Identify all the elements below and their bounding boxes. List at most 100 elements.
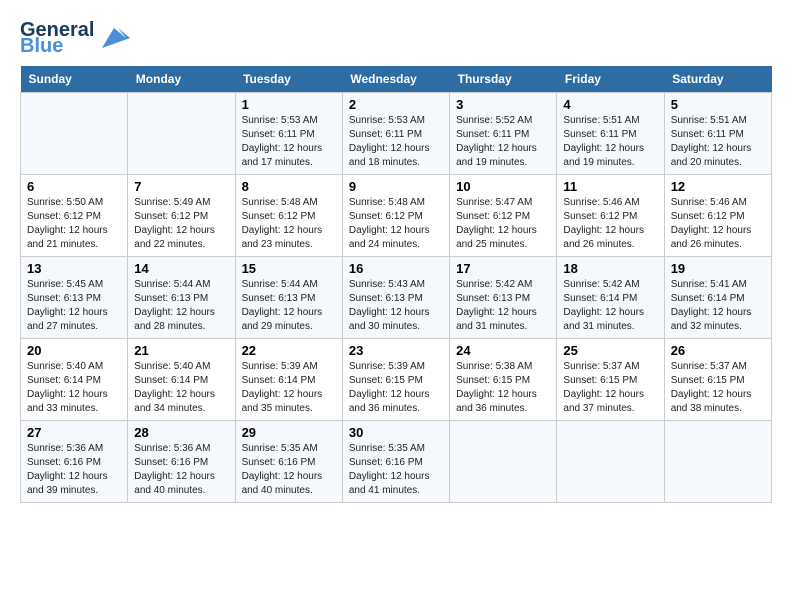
column-header-saturday: Saturday [664,66,771,93]
day-info: Sunrise: 5:51 AM Sunset: 6:11 PM Dayligh… [563,114,657,170]
day-number: 23 [349,343,443,358]
calendar-cell: 21 Sunrise: 5:40 AM Sunset: 6:14 PM Dayli… [128,339,235,421]
week-row-2: 6 Sunrise: 5:50 AM Sunset: 6:12 PM Daylig… [21,175,772,257]
calendar-cell [21,93,128,175]
day-number: 21 [134,343,228,358]
calendar-cell: 12Sunrise: 5:46 AM Sunset: 6:12 PM Dayli… [664,175,771,257]
week-row-5: 27 Sunrise: 5:36 AM Sunset: 6:16 PM Dayli… [21,421,772,503]
day-info: Sunrise: 5:37 AM Sunset: 6:15 PM Dayligh… [563,360,657,416]
day-number: 22 [242,343,336,358]
day-number: 2 [349,97,443,112]
calendar-cell: 4 Sunrise: 5:51 AM Sunset: 6:11 PM Daylig… [557,93,664,175]
calendar-cell: 18 Sunrise: 5:42 AM Sunset: 6:14 PM Dayli… [557,257,664,339]
day-info: Sunrise: 5:42 AM Sunset: 6:13 PM Dayligh… [456,278,550,334]
day-number: 8 [242,179,336,194]
day-number: 29 [242,425,336,440]
calendar-cell: 1Sunrise: 5:53 AM Sunset: 6:11 PM Daylig… [235,93,342,175]
day-number: 6 [27,179,121,194]
calendar-cell: 24Sunrise: 5:38 AM Sunset: 6:15 PM Dayli… [450,339,557,421]
day-info: Sunrise: 5:43 AM Sunset: 6:13 PM Dayligh… [349,278,443,334]
day-number: 13 [27,261,121,276]
day-info: Sunrise: 5:44 AM Sunset: 6:13 PM Dayligh… [242,278,336,334]
day-number: 4 [563,97,657,112]
day-info: Sunrise: 5:42 AM Sunset: 6:14 PM Dayligh… [563,278,657,334]
calendar-cell: 28Sunrise: 5:36 AM Sunset: 6:16 PM Dayli… [128,421,235,503]
calendar-cell: 26 Sunrise: 5:37 AM Sunset: 6:15 PM Dayli… [664,339,771,421]
week-row-1: 1 Sunrise: 5:53 AM Sunset: 6:11 PM Daylig… [21,93,772,175]
calendar-cell: 23 Sunrise: 5:39 AM Sunset: 6:15 PM Dayli… [342,339,449,421]
day-number: 26 [671,343,765,358]
logo-icon [98,24,130,52]
day-info: Sunrise: 5:47 AM Sunset: 6:12 PM Dayligh… [456,196,550,252]
day-number: 14 [134,261,228,276]
calendar-cell: 29Sunrise: 5:35 AM Sunset: 6:16 PM Dayli… [235,421,342,503]
day-info: Sunrise: 5:36 AM Sunset: 6:16 PM Dayligh… [134,442,228,498]
calendar-cell: 13 Sunrise: 5:45 AM Sunset: 6:13 PM Dayli… [21,257,128,339]
calendar-cell: 25 Sunrise: 5:37 AM Sunset: 6:15 PM Dayli… [557,339,664,421]
day-info: Sunrise: 5:50 AM Sunset: 6:12 PM Dayligh… [27,196,121,252]
page-header: General Blue [20,20,772,56]
day-info: Sunrise: 5:48 AM Sunset: 6:12 PM Dayligh… [349,196,443,252]
day-number: 19 [671,261,765,276]
day-number: 3 [456,97,550,112]
day-info: Sunrise: 5:46 AM Sunset: 6:12 PM Dayligh… [563,196,657,252]
day-info: Sunrise: 5:41 AM Sunset: 6:14 PM Dayligh… [671,278,765,334]
day-info: Sunrise: 5:44 AM Sunset: 6:13 PM Dayligh… [134,278,228,334]
calendar-cell: 16 Sunrise: 5:43 AM Sunset: 6:13 PM Dayli… [342,257,449,339]
day-info: Sunrise: 5:53 AM Sunset: 6:11 PM Dayligh… [349,114,443,170]
day-info: Sunrise: 5:48 AM Sunset: 6:12 PM Dayligh… [242,196,336,252]
calendar-table: SundayMondayTuesdayWednesdayThursdayFrid… [20,66,772,503]
day-info: Sunrise: 5:39 AM Sunset: 6:15 PM Dayligh… [349,360,443,416]
day-info: Sunrise: 5:52 AM Sunset: 6:11 PM Dayligh… [456,114,550,170]
day-number: 16 [349,261,443,276]
logo: General Blue [20,20,130,56]
column-header-monday: Monday [128,66,235,93]
calendar-cell: 15Sunrise: 5:44 AM Sunset: 6:13 PM Dayli… [235,257,342,339]
calendar-cell: 6 Sunrise: 5:50 AM Sunset: 6:12 PM Daylig… [21,175,128,257]
day-number: 25 [563,343,657,358]
calendar-cell: 27 Sunrise: 5:36 AM Sunset: 6:16 PM Dayli… [21,421,128,503]
day-info: Sunrise: 5:35 AM Sunset: 6:16 PM Dayligh… [349,442,443,498]
day-number: 9 [349,179,443,194]
day-info: Sunrise: 5:39 AM Sunset: 6:14 PM Dayligh… [242,360,336,416]
calendar-cell: 22 Sunrise: 5:39 AM Sunset: 6:14 PM Dayli… [235,339,342,421]
calendar-cell: 5 Sunrise: 5:51 AM Sunset: 6:11 PM Daylig… [664,93,771,175]
day-number: 1 [242,97,336,112]
day-number: 10 [456,179,550,194]
calendar-cell [128,93,235,175]
calendar-cell: 2 Sunrise: 5:53 AM Sunset: 6:11 PM Daylig… [342,93,449,175]
calendar-cell: 30Sunrise: 5:35 AM Sunset: 6:16 PM Dayli… [342,421,449,503]
week-row-3: 13 Sunrise: 5:45 AM Sunset: 6:13 PM Dayli… [21,257,772,339]
column-header-sunday: Sunday [21,66,128,93]
day-number: 11 [563,179,657,194]
column-header-tuesday: Tuesday [235,66,342,93]
day-info: Sunrise: 5:36 AM Sunset: 6:16 PM Dayligh… [27,442,121,498]
day-info: Sunrise: 5:49 AM Sunset: 6:12 PM Dayligh… [134,196,228,252]
calendar-cell: 9 Sunrise: 5:48 AM Sunset: 6:12 PM Daylig… [342,175,449,257]
calendar-cell [450,421,557,503]
column-header-thursday: Thursday [450,66,557,93]
logo-blue: Blue [20,36,94,56]
calendar-cell: 17 Sunrise: 5:42 AM Sunset: 6:13 PM Dayli… [450,257,557,339]
calendar-cell: 20 Sunrise: 5:40 AM Sunset: 6:14 PM Dayli… [21,339,128,421]
calendar-cell: 7Sunrise: 5:49 AM Sunset: 6:12 PM Daylig… [128,175,235,257]
day-number: 27 [27,425,121,440]
day-number: 20 [27,343,121,358]
column-header-wednesday: Wednesday [342,66,449,93]
day-number: 17 [456,261,550,276]
header-row: SundayMondayTuesdayWednesdayThursdayFrid… [21,66,772,93]
day-number: 18 [563,261,657,276]
day-info: Sunrise: 5:45 AM Sunset: 6:13 PM Dayligh… [27,278,121,334]
day-info: Sunrise: 5:37 AM Sunset: 6:15 PM Dayligh… [671,360,765,416]
calendar-cell: 3 Sunrise: 5:52 AM Sunset: 6:11 PM Daylig… [450,93,557,175]
calendar-cell [664,421,771,503]
calendar-cell: 8 Sunrise: 5:48 AM Sunset: 6:12 PM Daylig… [235,175,342,257]
day-info: Sunrise: 5:40 AM Sunset: 6:14 PM Dayligh… [134,360,228,416]
day-info: Sunrise: 5:40 AM Sunset: 6:14 PM Dayligh… [27,360,121,416]
calendar-cell: 19 Sunrise: 5:41 AM Sunset: 6:14 PM Dayli… [664,257,771,339]
day-number: 5 [671,97,765,112]
calendar-cell [557,421,664,503]
day-info: Sunrise: 5:51 AM Sunset: 6:11 PM Dayligh… [671,114,765,170]
column-header-friday: Friday [557,66,664,93]
calendar-cell: 14 Sunrise: 5:44 AM Sunset: 6:13 PM Dayli… [128,257,235,339]
